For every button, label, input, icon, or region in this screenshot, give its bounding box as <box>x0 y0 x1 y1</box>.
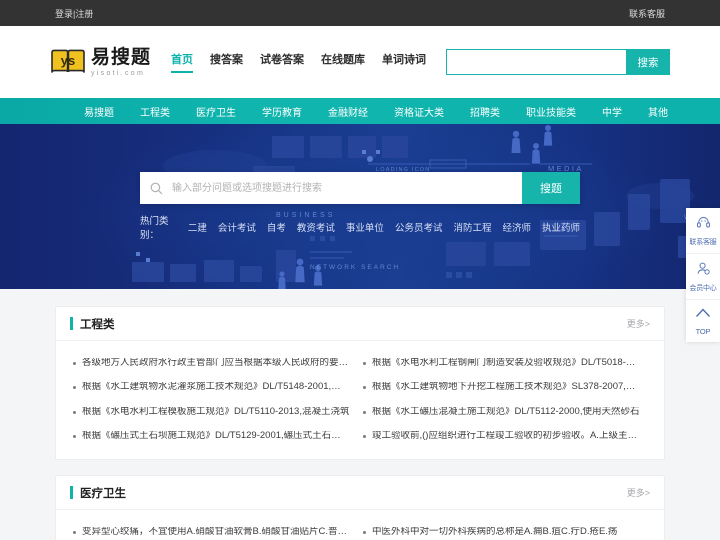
question-text: 根据《水电水利工程钢闸门制造安装及验收规范》DL/T5018-2004 <box>372 357 640 367</box>
side-member-label: 会员中心 <box>689 285 717 292</box>
side-contact-label: 联系客服 <box>689 239 717 246</box>
hot-categories: 热门类别： 二建 会计考试 自考 教资考试 事业单位 公务员考试 消防工程 经济… <box>140 213 580 241</box>
category-medical[interactable]: 医疗卫生 <box>196 104 236 119</box>
card-header: 医疗卫生 更多> <box>56 476 664 510</box>
category-engineering[interactable]: 工程类 <box>140 104 170 119</box>
hot-item-economist[interactable]: 经济师 <box>502 220 531 234</box>
question-text: 变异型心绞痛，不宜使用A.硝酸甘油软膏B.硝酸甘油贴片C.普萘洛尔D. <box>82 526 350 536</box>
bullet-icon <box>73 410 76 414</box>
hot-item-erjian[interactable]: 二建 <box>188 220 207 234</box>
side-member-center[interactable]: 会员中心 <box>686 254 720 300</box>
section-title: 工程类 <box>80 318 115 331</box>
category-finance[interactable]: 金融财经 <box>328 104 368 119</box>
question-text: 根据《水工建筑物地下开挖工程施工技术规范》SL378-2007,洞室开 <box>372 382 640 392</box>
logo-domain: yisoti.com <box>91 69 146 77</box>
main-nav: 首页 搜答案 试卷答案 在线题库 单词诗词 <box>171 51 426 73</box>
bullet-icon <box>73 386 76 389</box>
category-education[interactable]: 学历教育 <box>262 104 302 119</box>
list-item[interactable]: 中医外科中对一切外科疾病的总称是A.痈B.疽C.疔D.疮E.疡 <box>360 519 650 540</box>
hot-categories-label: 热门类别： <box>140 216 169 241</box>
category-yisoti[interactable]: 易搜题 <box>84 104 114 119</box>
category-other[interactable]: 其他 <box>648 104 668 119</box>
list-item[interactable]: 根据《碾压式土石坝施工规范》DL/T5129-2001,碾压式土石坝填 <box>70 424 360 449</box>
header-search-button[interactable]: 搜索 <box>626 49 670 75</box>
contact-service-link[interactable]: 联系客服 <box>629 7 665 20</box>
category-middleschool[interactable]: 中学 <box>602 104 622 119</box>
svg-text:ys: ys <box>61 53 75 68</box>
accent-bar-icon <box>70 486 73 499</box>
book-logo-icon: ys <box>50 47 86 77</box>
list-item[interactable]: 竣工验收前,()应组织进行工程竣工验收的初步验收。A.上级主管部门B. <box>360 424 650 449</box>
hot-item-pharmacist[interactable]: 执业药师 <box>542 220 580 234</box>
category-vocational[interactable]: 职业技能类 <box>526 104 576 119</box>
top-bar: 登录|注册 联系客服 <box>0 0 720 26</box>
nav-item-words-poems[interactable]: 单词诗词 <box>382 51 426 73</box>
list-item[interactable]: 各级地方人民政府水行政主管部门应当根据本级人民政府的要求,制定本行... <box>70 350 360 375</box>
hot-item-selfstudy[interactable]: 自考 <box>267 220 286 234</box>
nav-item-search-answers[interactable]: 搜答案 <box>210 51 243 73</box>
bullet-icon <box>73 435 76 438</box>
more-link[interactable]: 更多> <box>627 317 650 330</box>
section-card-engineering: 工程类 更多> 各级地方人民政府水行政主管部门应当根据本级人民政府的要求,制定本… <box>55 306 665 460</box>
bullet-icon <box>363 410 366 414</box>
svg-text:NETWORK SEARCH: NETWORK SEARCH <box>310 264 400 271</box>
category-certificates[interactable]: 资格证大类 <box>394 104 444 119</box>
user-icon <box>696 261 711 281</box>
category-recruitment[interactable]: 招聘类 <box>470 104 500 119</box>
question-text: 根据《水工建筑物水泥灌浆施工技术规范》DL/T5148-2001,隧洞 <box>82 382 350 392</box>
question-text: 根据《水工碾压混凝土施工规范》DL/T5112-2000,使用天然砂石 <box>372 406 640 416</box>
side-contact-service[interactable]: 联系客服 <box>686 208 720 254</box>
list-item[interactable]: 根据《水工建筑物地下开挖工程施工技术规范》SL378-2007,洞室开 <box>360 375 650 400</box>
side-back-to-top[interactable]: TOP <box>686 300 720 342</box>
bullet-icon <box>363 361 366 365</box>
more-link[interactable]: 更多> <box>627 486 650 499</box>
section-title: 医疗卫生 <box>80 487 126 500</box>
card-body: 各级地方人民政府水行政主管部门应当根据本级人民政府的要求,制定本行... 根据《… <box>56 341 664 459</box>
hero-banner: LOADING ICON MEDIA BUSINESS NETWORK SEAR… <box>0 124 720 289</box>
hot-item-accounting[interactable]: 会计考试 <box>218 220 256 234</box>
bullet-icon <box>363 435 366 438</box>
headset-icon <box>696 215 711 235</box>
nav-item-online-bank[interactable]: 在线题库 <box>321 51 365 73</box>
question-text: 根据《碾压式土石坝施工规范》DL/T5129-2001,碾压式土石坝填 <box>82 431 350 441</box>
arrow-up-icon <box>695 307 711 325</box>
list-item[interactable]: 变异型心绞痛，不宜使用A.硝酸甘油软膏B.硝酸甘油贴片C.普萘洛尔D. <box>70 519 360 540</box>
logo-title-cn: 易搜题 <box>91 46 152 68</box>
list-item[interactable]: 根据《水电水利工程钢闸门制造安装及验收规范》DL/T5018-2004 <box>360 350 650 375</box>
category-nav: 易搜题 工程类 医疗卫生 学历教育 金融财经 资格证大类 招聘类 职业技能类 中… <box>0 98 720 124</box>
login-register-link[interactable]: 登录|注册 <box>55 7 93 20</box>
hero-search-input[interactable] <box>172 172 522 204</box>
list-item[interactable]: 根据《水工碾压混凝土施工规范》DL/T5112-2000,使用天然砂石 <box>360 399 650 424</box>
list-item[interactable]: 根据《水电水利工程模板施工规范》DL/T5110-2013,混凝土浇筑 <box>70 399 360 424</box>
main-content: 工程类 更多> 各级地方人民政府水行政主管部门应当根据本级人民政府的要求,制定本… <box>0 289 720 540</box>
site-header: ys 易搜题 yisoti.com 首页 搜答案 试卷答案 在线题库 单词诗词 … <box>0 26 720 98</box>
bullet-icon <box>73 361 76 365</box>
question-text: 根据《水电水利工程模板施工规范》DL/T5110-2013,混凝土浇筑 <box>82 406 350 416</box>
card-header: 工程类 更多> <box>56 307 664 341</box>
hot-item-firefighting[interactable]: 消防工程 <box>453 220 491 234</box>
bullet-icon <box>363 386 366 389</box>
accent-bar-icon <box>70 317 73 330</box>
hero-search: 搜题 <box>140 172 580 204</box>
hot-item-institution[interactable]: 事业单位 <box>346 220 384 234</box>
question-text: 中医外科中对一切外科疾病的总称是A.痈B.疽C.疔D.疮E.疡 <box>372 526 618 536</box>
card-body: 变异型心绞痛，不宜使用A.硝酸甘油软膏B.硝酸甘油贴片C.普萘洛尔D. 中医外科… <box>56 510 664 540</box>
search-icon <box>140 172 172 204</box>
question-text: 各级地方人民政府水行政主管部门应当根据本级人民政府的要求,制定本行... <box>82 357 350 367</box>
nav-item-home[interactable]: 首页 <box>171 51 194 73</box>
hot-item-civilservice[interactable]: 公务员考试 <box>395 220 443 234</box>
hero-search-button[interactable]: 搜题 <box>522 172 580 204</box>
side-top-label: TOP <box>695 327 711 336</box>
list-item[interactable]: 根据《水工建筑物水泥灌浆施工技术规范》DL/T5148-2001,隧洞 <box>70 375 360 400</box>
nav-item-exam-answers[interactable]: 试卷答案 <box>260 51 304 73</box>
header-search-input[interactable] <box>446 49 626 75</box>
header-search: 搜索 <box>446 49 670 75</box>
bullet-icon <box>363 530 366 534</box>
site-logo[interactable]: ys 易搜题 yisoti.com <box>50 47 151 77</box>
floating-side-panel: 联系客服 会员中心 TOP <box>686 208 720 342</box>
section-card-medical: 医疗卫生 更多> 变异型心绞痛，不宜使用A.硝酸甘油软膏B.硝酸甘油贴片C.普萘… <box>55 475 665 540</box>
hot-item-teacher[interactable]: 教资考试 <box>297 220 335 234</box>
question-text: 竣工验收前,()应组织进行工程竣工验收的初步验收。A.上级主管部门B. <box>372 431 640 441</box>
bullet-icon <box>73 530 76 534</box>
